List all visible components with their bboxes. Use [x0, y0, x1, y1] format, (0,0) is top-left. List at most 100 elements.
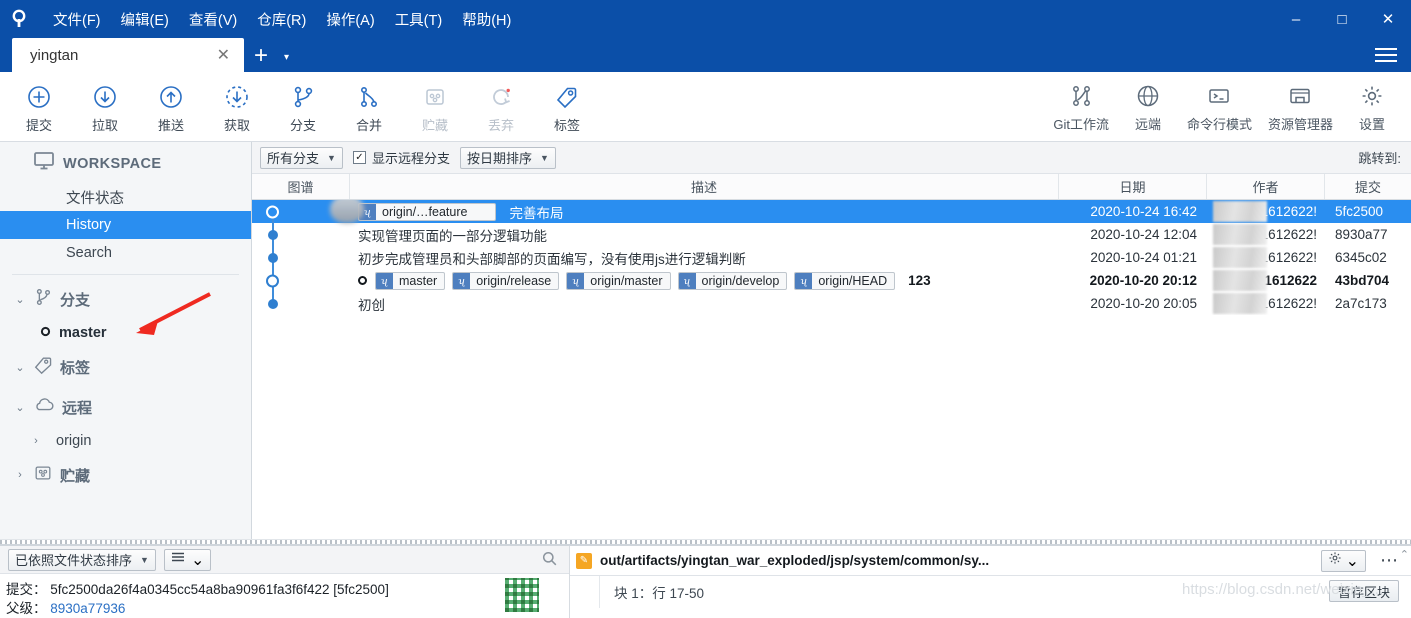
commit-row[interactable]: 初创 2020-10-20 20:05:11612622! 2a7c173: [252, 292, 1411, 315]
chevron-right-icon[interactable]: ›: [30, 435, 42, 447]
new-tab-button[interactable]: +: [244, 44, 278, 68]
toolbar-stash-button[interactable]: 贮藏: [402, 80, 468, 134]
column-header-author[interactable]: 作者: [1207, 174, 1325, 199]
sidebar-branch-master[interactable]: master: [0, 319, 251, 347]
sidebar-remote-origin[interactable]: › origin: [0, 427, 251, 455]
toolbar-commit-button[interactable]: 提交: [6, 80, 72, 134]
commit-graph-cell: [252, 223, 350, 246]
toolbar-remote-button[interactable]: 远端: [1117, 81, 1179, 133]
column-header-date[interactable]: 日期: [1059, 174, 1207, 199]
ref-badge[interactable]: ʯ origin/…feature: [358, 202, 497, 221]
menu-file[interactable]: 文件(F): [44, 3, 110, 36]
commit-row[interactable]: ʯ origin/…feature 完善布局 2020-10-24 16:42:116…: [252, 200, 1411, 223]
toolbar-pull-button[interactable]: 拉取: [72, 80, 138, 134]
ref-badge[interactable]: ʯ origin/release: [452, 271, 560, 290]
commit-message: 实现管理页面的一部分逻辑功能: [358, 228, 547, 244]
show-remote-branches-checkbox[interactable]: ✓ 显示远程分支: [352, 148, 450, 167]
scroll-up-icon[interactable]: ⌃: [1400, 548, 1409, 561]
toolbar-explorer-button[interactable]: 资源管理器: [1260, 81, 1341, 133]
menu-tools[interactable]: 工具(T): [386, 3, 452, 36]
commit-metadata: 提交： 5fc2500da26f4a0345cc54a8ba90961fa3f6…: [0, 574, 569, 618]
ref-badge[interactable]: ʯ origin/HEAD: [794, 271, 896, 290]
toolbar-tag-button[interactable]: 标签: [534, 80, 600, 134]
sidebar: WORKSPACE 文件状态 History Search ⌄ 分支 maste…: [0, 142, 252, 539]
commit-row[interactable]: 初步完成管理员和头部脚部的页面编写，没有使用js进行逻辑判断 2020-10-24…: [252, 246, 1411, 269]
diff-file-path[interactable]: out/artifacts/yingtan_war_exploded/jsp/s…: [600, 553, 1313, 568]
chevron-down-icon[interactable]: ⌄: [14, 401, 26, 414]
chevron-down-icon[interactable]: ⌄: [14, 293, 26, 306]
sidebar-group-tags[interactable]: ⌄ 标签: [0, 347, 251, 387]
branch-filter-dropdown[interactable]: 所有分支 ▼: [260, 146, 343, 169]
diff-settings-button[interactable]: ⌄: [1320, 549, 1366, 572]
tab-yingtan[interactable]: yingtan ✕: [12, 38, 244, 72]
column-header-graph[interactable]: 图谱: [252, 174, 350, 199]
tab-dropdown-caret-icon[interactable]: ▾: [278, 52, 295, 63]
maximize-button[interactable]: □: [1319, 0, 1365, 38]
stage-hunk-button[interactable]: 暂存区块: [1328, 580, 1399, 602]
jump-to-label[interactable]: 跳转到:: [1358, 148, 1401, 167]
menu-edit[interactable]: 编辑(E): [112, 3, 178, 36]
toolbar-merge-button[interactable]: 合并: [336, 80, 402, 134]
hamburger-menu-icon[interactable]: [1375, 44, 1397, 66]
minimize-button[interactable]: –: [1273, 0, 1319, 38]
toolbar-push-label: 推送: [157, 117, 184, 133]
menu-actions[interactable]: 操作(A): [317, 3, 383, 36]
diff-panel: ✎ out/artifacts/yingtan_war_exploded/jsp…: [570, 546, 1411, 618]
toolbar-remote-label: 远端: [1134, 116, 1161, 132]
file-edit-icon: ✎: [576, 552, 592, 569]
file-sort-value: 已依照文件状态排序: [15, 553, 133, 568]
sidebar-group-branches[interactable]: ⌄ 分支: [0, 279, 251, 319]
branch-icon: [33, 287, 53, 312]
commit-author-cell: :11612622!: [1207, 200, 1325, 223]
tab-label: yingtan: [30, 46, 79, 64]
tag-icon: [33, 355, 53, 380]
toolbar-fetch-label: 获取: [223, 117, 250, 133]
toolbar-settings-button[interactable]: 设置: [1341, 81, 1403, 133]
commit-message: 完善布局: [509, 205, 564, 221]
commit-row[interactable]: ʯ master ʯ origin/release ʯ origin/master ʯ ori…: [252, 269, 1411, 292]
toolbar-discard-label: 丢弃: [487, 117, 514, 133]
diff-hunk-label: 块 1：行 17-50: [614, 586, 705, 601]
toolbar-branch-button[interactable]: 分支: [270, 80, 336, 134]
commit-hash-cell: 43bd704: [1335, 273, 1390, 288]
toolbar-gitflow-button[interactable]: Git工作流: [1045, 81, 1117, 133]
commit-graph-cell: [252, 292, 350, 315]
ref-badge[interactable]: ʯ origin/develop: [677, 271, 788, 290]
commit-parent-value[interactable]: 8930a77936: [50, 601, 125, 616]
sidebar-item-history[interactable]: History: [0, 211, 251, 239]
sidebar-item-file-status[interactable]: 文件状态: [0, 183, 251, 211]
sidebar-item-label: Search: [66, 245, 112, 261]
chevron-down-icon: ⌄: [1345, 552, 1359, 570]
view-mode-button[interactable]: ⌄: [163, 548, 212, 571]
menu-view[interactable]: 查看(V): [180, 3, 246, 36]
graph-rail: [266, 223, 280, 246]
chevron-right-icon[interactable]: ›: [14, 469, 26, 481]
toolbar-discard-button[interactable]: 丢弃: [468, 80, 534, 134]
tab-close-icon[interactable]: ✕: [211, 45, 236, 65]
toolbar-fetch-button[interactable]: 获取: [204, 80, 270, 134]
menu-help[interactable]: 帮助(H): [453, 3, 520, 36]
column-header-description[interactable]: 描述: [350, 174, 1059, 199]
sidebar-group-stashes[interactable]: › 贮藏: [0, 455, 251, 495]
search-icon[interactable]: [542, 551, 557, 569]
commit-list[interactable]: ʯ origin/…feature 完善布局 2020-10-24 16:42:116…: [252, 200, 1411, 539]
sort-order-dropdown[interactable]: 按日期排序 ▼: [459, 146, 556, 169]
bottom-panel: 已依照文件状态排序 ▼ ⌄ 提交： 5fc2500da26f4a0345cc54…: [0, 544, 1411, 618]
sidebar-item-search[interactable]: Search: [0, 239, 251, 267]
column-header-commit[interactable]: 提交: [1325, 174, 1411, 199]
ref-badge[interactable]: ʯ master: [375, 271, 446, 290]
commit-row[interactable]: 实现管理页面的一部分逻辑功能 2020-10-24 12:04:11612622!…: [252, 223, 1411, 246]
close-button[interactable]: ✕: [1365, 0, 1411, 38]
branch-badge-icon: ʯ: [359, 203, 376, 220]
ref-badge[interactable]: ʯ origin/master: [566, 271, 671, 290]
commit-hash-value[interactable]: 5fc2500da26f4a0345cc54a8ba90961fa3f6f422…: [50, 582, 389, 597]
toolbar-push-button[interactable]: 推送: [138, 80, 204, 134]
toolbar-right-group: Git工作流 远端 命令行模式 资源管理器 设置: [1045, 81, 1403, 133]
chevron-down-icon[interactable]: ⌄: [14, 361, 26, 374]
sidebar-group-remotes[interactable]: ⌄ 远程: [0, 387, 251, 427]
menu-repository[interactable]: 仓库(R): [248, 3, 315, 36]
body-split: WORKSPACE 文件状态 History Search ⌄ 分支 maste…: [0, 142, 1411, 539]
toolbar-terminal-button[interactable]: 命令行模式: [1179, 81, 1260, 133]
file-sort-dropdown[interactable]: 已依照文件状态排序 ▼: [8, 548, 156, 571]
commit-description-cell: ʯ origin/…feature 完善布局: [330, 200, 1059, 223]
